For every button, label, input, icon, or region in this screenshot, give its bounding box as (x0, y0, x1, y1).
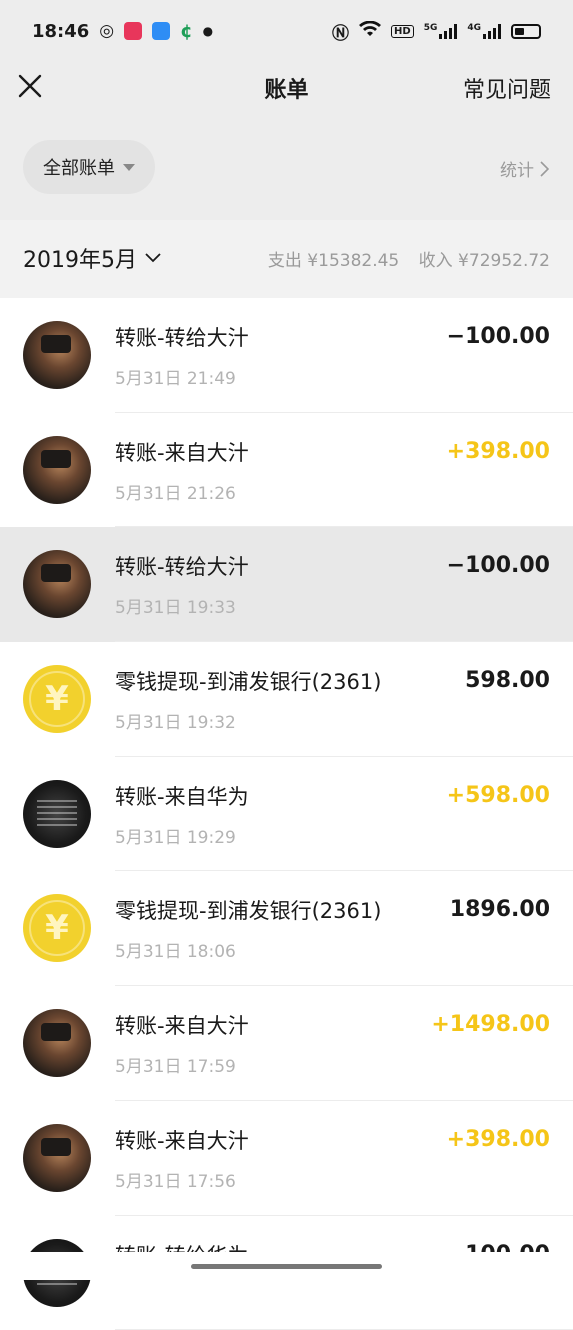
user-avatar (23, 550, 91, 618)
transaction-time: 5月31日 19:32 (115, 708, 236, 733)
transaction-list: 转账-转给大汁 5月31日 21:49 −100.00 转账-来自大汁 5月31… (0, 298, 573, 1330)
status-bar-left: 18:46 ◎ ¢ ● (32, 21, 213, 42)
transaction-amount: +598.00 (447, 783, 550, 808)
transaction-title: 转账-来自大汁 (115, 437, 249, 467)
hd-tag: HD (391, 25, 414, 38)
month-summary: 支出 ¥15382.45 收入 ¥72952.72 (254, 246, 550, 271)
transaction-amount: 598.00 (465, 668, 550, 693)
transaction-time: 5月31日 21:26 (115, 479, 236, 504)
transaction-row[interactable]: 转账-来自大汁 5月31日 17:56 +398.00 (0, 1101, 573, 1216)
stats-link[interactable]: 统计 (500, 156, 549, 181)
transaction-row[interactable]: 转账-转给大汁 5月31日 21:49 −100.00 (0, 298, 573, 413)
transaction-time: 5月31日 21:49 (115, 364, 236, 389)
battery-icon (511, 24, 541, 39)
transaction-title: 转账-来自华为 (115, 781, 249, 811)
wifi-icon (359, 21, 381, 42)
transaction-row[interactable]: 转账-来自华为 5月31日 19:29 +598.00 (0, 757, 573, 872)
month-expense: 支出 ¥15382.45 (268, 251, 399, 271)
transaction-time: 5月31日 17:59 (115, 1052, 236, 1077)
transaction-time: 5月31日 18:06 (115, 937, 236, 962)
transaction-amount: −100.00 (447, 553, 550, 578)
more-notifications-icon: ● (203, 24, 213, 38)
transaction-row[interactable]: ¥ 零钱提现-到浦发银行(2361) 5月31日 18:06 1896.00 (0, 871, 573, 986)
transaction-title: 转账-来自大汁 (115, 1125, 249, 1155)
home-indicator-area (0, 1252, 573, 1280)
transaction-title: 转账-来自大汁 (115, 1010, 249, 1040)
signal-4g-icon: 4G (467, 23, 501, 39)
stats-label: 统计 (500, 156, 534, 181)
transaction-row[interactable]: 转账-来自大汁 5月31日 17:59 +1498.00 (0, 986, 573, 1101)
video-app-icon (124, 22, 142, 40)
transaction-amount: +398.00 (447, 439, 550, 464)
month-selector[interactable]: 2019年5月 (23, 242, 161, 274)
filter-row: 全部账单 统计 (0, 140, 573, 196)
user-avatar (23, 436, 91, 504)
transaction-amount: +1498.00 (431, 1012, 550, 1037)
home-indicator[interactable] (191, 1264, 382, 1269)
5g-label: 5G (424, 23, 438, 33)
cloud-app-icon (152, 22, 170, 40)
status-bar: 18:46 ◎ ¢ ● Ⓝ HD 5G 4G (0, 0, 573, 62)
transaction-title: 转账-转给大汁 (115, 551, 249, 581)
month-income: 收入 ¥72952.72 (419, 251, 550, 271)
chevron-right-icon (540, 161, 549, 177)
caret-down-icon (123, 164, 135, 171)
yuan-icon: ¥ (23, 665, 91, 733)
4g-label: 4G (467, 23, 481, 33)
faq-link[interactable]: 常见问题 (463, 72, 551, 104)
netease-icon: ◎ (99, 21, 114, 41)
month-header: 2019年5月 支出 ¥15382.45 收入 ¥72952.72 (0, 220, 573, 298)
status-bar-right: Ⓝ HD 5G 4G (332, 19, 541, 44)
user-avatar (23, 1124, 91, 1192)
transaction-time: 5月31日 19:33 (115, 593, 236, 618)
nfc-icon: Ⓝ (332, 19, 349, 44)
transaction-amount: 1896.00 (450, 897, 550, 922)
transaction-amount: −100.00 (447, 324, 550, 349)
transaction-row[interactable]: ¥ 零钱提现-到浦发银行(2361) 5月31日 19:32 598.00 (0, 642, 573, 757)
transaction-amount: +398.00 (447, 1127, 550, 1152)
payment-app-icon: ¢ (180, 21, 193, 42)
transaction-title: 转账-转给大汁 (115, 322, 249, 352)
transaction-time: 5月31日 17:56 (115, 1167, 236, 1192)
chevron-down-icon (145, 253, 161, 263)
signal-5g-icon: 5G (424, 23, 458, 39)
month-label: 2019年5月 (23, 242, 137, 274)
all-bills-filter-button[interactable]: 全部账单 (23, 140, 155, 194)
user-avatar (23, 321, 91, 389)
filter-label: 全部账单 (43, 154, 115, 180)
nav-bar: 账单 常见问题 (0, 62, 573, 114)
user-avatar (23, 1009, 91, 1077)
yuan-icon: ¥ (23, 894, 91, 962)
status-time: 18:46 (32, 21, 89, 42)
transaction-time: 5月31日 19:29 (115, 823, 236, 848)
user-avatar (23, 780, 91, 848)
transaction-title: 零钱提现-到浦发银行(2361) (115, 666, 381, 696)
transaction-row[interactable]: 转账-转给大汁 5月31日 19:33 −100.00 (0, 527, 573, 642)
transaction-row[interactable]: 转账-来自大汁 5月31日 21:26 +398.00 (0, 413, 573, 528)
transaction-title: 零钱提现-到浦发银行(2361) (115, 895, 381, 925)
